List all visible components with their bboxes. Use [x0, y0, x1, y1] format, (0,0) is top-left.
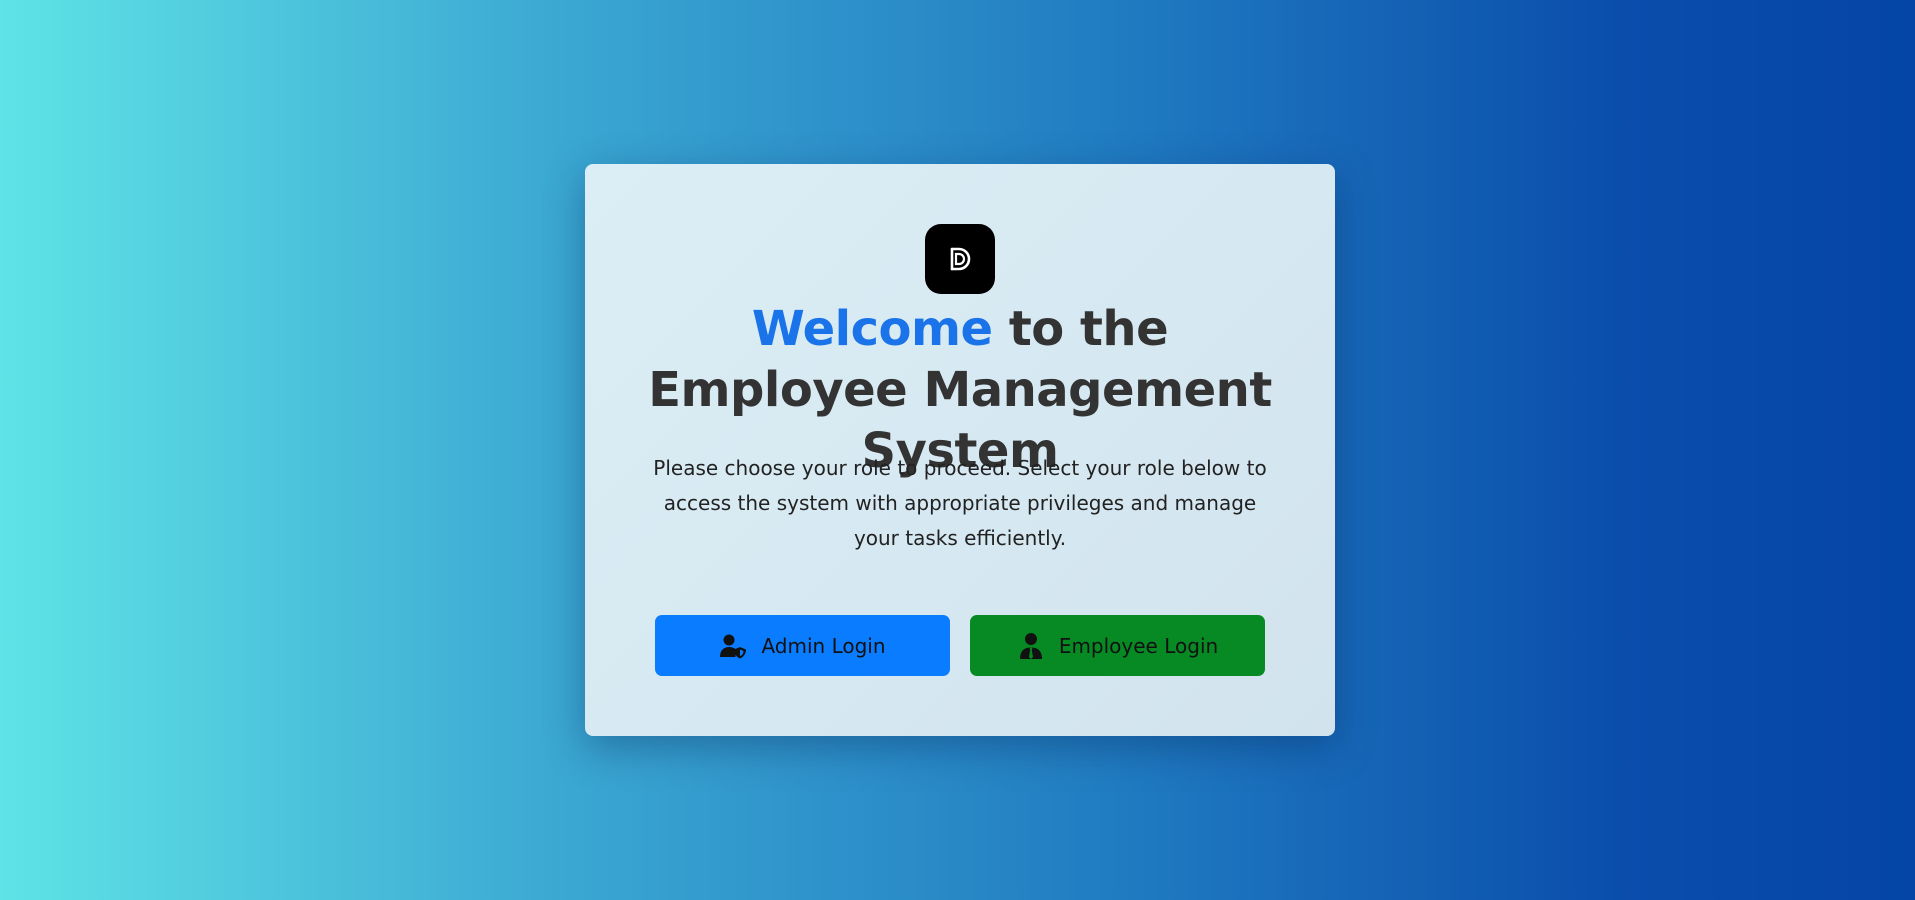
d-logo-icon [950, 247, 971, 271]
app-logo [925, 224, 995, 294]
page-description: Please choose your role to proceed. Sele… [653, 456, 1267, 550]
user-shield-icon [719, 632, 747, 660]
role-selection-card: Welcome to the Employee Management Syste… [585, 164, 1335, 736]
employee-login-button[interactable]: Employee Login [970, 615, 1265, 676]
admin-login-button[interactable]: Admin Login [655, 615, 950, 676]
user-tie-icon [1017, 632, 1045, 660]
employee-login-label: Employee Login [1058, 633, 1219, 658]
admin-login-label: Admin Login [761, 633, 886, 658]
title-highlight: Welcome [751, 301, 993, 357]
